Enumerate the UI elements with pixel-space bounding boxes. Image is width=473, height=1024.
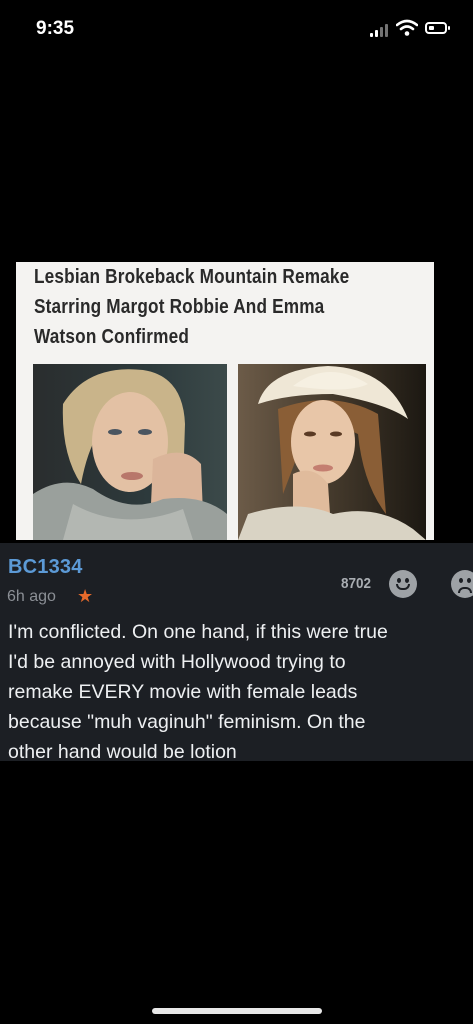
wifi-icon bbox=[395, 19, 419, 37]
cellular-signal-icon bbox=[370, 23, 392, 37]
article-photo-right bbox=[238, 364, 426, 540]
article-photo-left bbox=[33, 364, 227, 540]
star-icon: ★ bbox=[77, 586, 94, 606]
article-headline: Lesbian Brokeback Mountain Remake Starri… bbox=[34, 266, 350, 348]
status-bar: 9:35 bbox=[0, 0, 473, 60]
comment-points: 8702 bbox=[341, 575, 372, 592]
comment-username[interactable]: BC1334 bbox=[8, 556, 83, 579]
smiley-face-icon[interactable] bbox=[389, 570, 417, 598]
article-card: Lesbian Brokeback Mountain Remake Starri… bbox=[16, 262, 434, 540]
frowny-face-icon[interactable] bbox=[451, 570, 473, 598]
home-indicator[interactable] bbox=[152, 1008, 322, 1014]
comment-timestamp: 6h ago bbox=[7, 588, 56, 605]
comment-body: I'm conflicted. On one hand, if this wer… bbox=[8, 621, 388, 763]
status-time: 9:35 bbox=[36, 18, 75, 39]
comment-card: BC1334 6h ago ★ 8702 I'm conflicted. On … bbox=[0, 543, 473, 763]
battery-icon bbox=[425, 22, 450, 34]
